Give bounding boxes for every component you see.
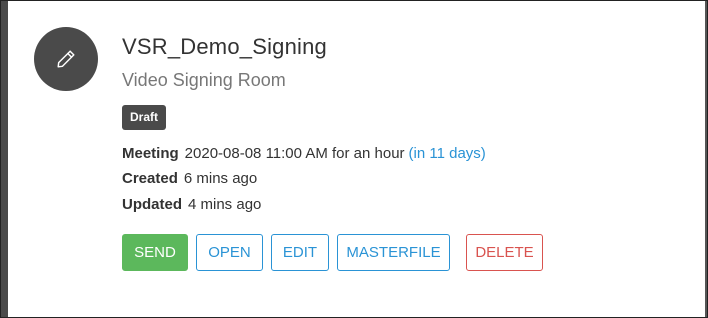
action-bar: SEND OPEN EDIT MASTERFILE DELETE [122, 234, 543, 271]
document-card: VSR_Demo_Signing Video Signing Room Draf… [0, 0, 708, 318]
edit-button[interactable]: EDIT [271, 234, 329, 271]
card-accent-bar [1, 1, 8, 317]
avatar [34, 27, 98, 91]
created-row: Created 6 mins ago [122, 170, 257, 187]
updated-row: Updated 4 mins ago [122, 196, 261, 213]
page-subtitle: Video Signing Room [122, 70, 286, 90]
card-divider [705, 1, 707, 317]
delete-button[interactable]: DELETE [466, 234, 543, 271]
status-badge: Draft [122, 105, 167, 130]
created-value: 6 mins ago [183, 170, 258, 187]
page-title: VSR_Demo_Signing [122, 34, 327, 59]
meeting-label: Meeting [122, 145, 179, 162]
send-button[interactable]: SEND [122, 234, 188, 271]
created-label: Created [122, 170, 178, 187]
meeting-row: Meeting 2020-08-08 11:00 AM for an hour (i… [122, 145, 486, 162]
meeting-relative-time: (in 11 days) [408, 145, 486, 162]
open-button[interactable]: OPEN [196, 234, 263, 271]
updated-label: Updated [122, 196, 182, 213]
meeting-value: 2020-08-08 11:00 AM for an hour [184, 145, 405, 162]
pencil-icon [55, 48, 77, 70]
masterfile-button[interactable]: MASTERFILE [337, 234, 450, 271]
updated-value: 4 mins ago [188, 196, 262, 213]
